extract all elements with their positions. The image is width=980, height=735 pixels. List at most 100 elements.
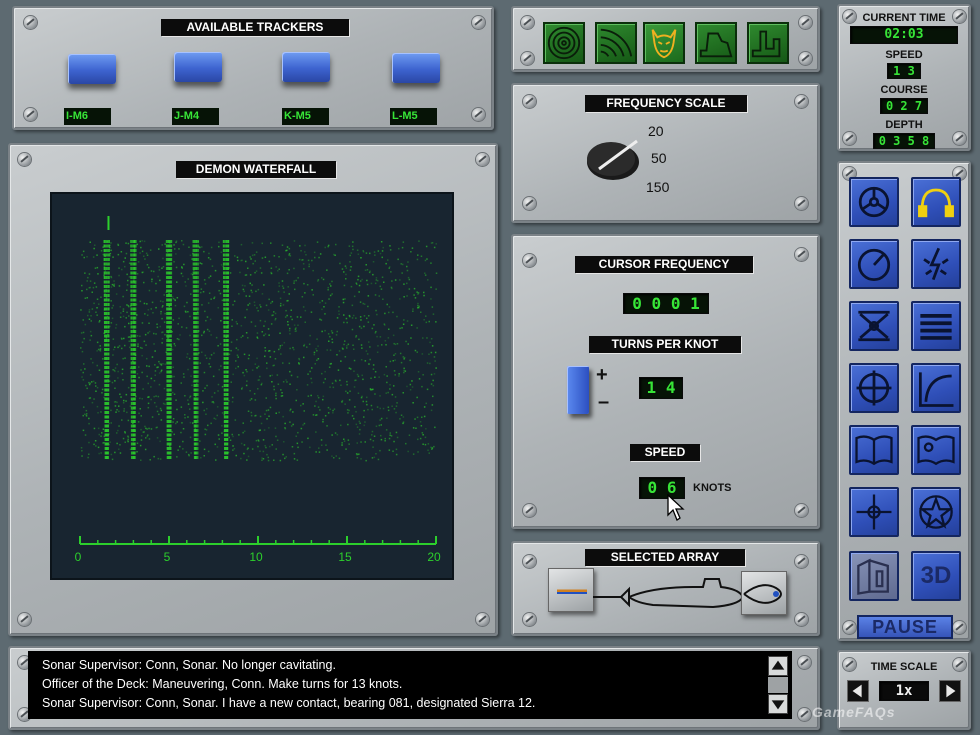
freq-option-20[interactable]: 20 [648, 123, 664, 139]
noise-speck [319, 301, 321, 304]
noise-speck [218, 245, 220, 248]
book-icon[interactable] [849, 425, 899, 475]
noise-speck [153, 455, 155, 458]
noise-speck [358, 284, 361, 287]
noise-speck [122, 310, 125, 312]
noise-speck [176, 421, 178, 423]
noise-speck [257, 288, 260, 291]
waterfall-display[interactable] [50, 192, 454, 580]
noise-speck [393, 408, 396, 410]
noise-speck [300, 250, 302, 252]
noise-speck [322, 418, 324, 421]
noise-speck [393, 440, 395, 443]
demon-mask-icon[interactable] [643, 22, 685, 64]
noise-speck [321, 300, 324, 302]
torpedo-tube-icon[interactable] [849, 301, 899, 351]
noise-speck [164, 334, 166, 336]
arrow-up-icon [771, 660, 785, 670]
noise-speck [201, 263, 203, 265]
noise-speck [90, 358, 92, 360]
noise-speck [221, 432, 223, 434]
scroll-up-button[interactable] [768, 656, 788, 676]
noise-speck [117, 370, 119, 373]
noise-speck [324, 415, 327, 417]
frequency-knob[interactable] [585, 135, 641, 181]
turns-toggle-switch[interactable] [567, 366, 589, 414]
noise-speck [329, 335, 331, 338]
noise-speck [264, 355, 266, 358]
turns-plus-button[interactable]: + [596, 364, 608, 387]
freq-option-150[interactable]: 150 [646, 179, 669, 195]
narrowband-graph-icon[interactable] [747, 22, 789, 64]
noise-speck [219, 292, 222, 295]
time-scale-decrease-button[interactable] [847, 680, 869, 702]
view-3d-button[interactable]: 3D [911, 551, 961, 601]
pause-button[interactable]: PAUSE [857, 615, 953, 639]
crosshair-icon[interactable] [849, 363, 899, 413]
noise-speck [394, 396, 397, 398]
noise-speck [417, 293, 419, 295]
noise-speck [257, 310, 259, 312]
noise-speck [275, 397, 277, 400]
noise-speck [158, 372, 161, 374]
noise-speck [266, 453, 268, 456]
broadband-profile-icon[interactable] [695, 22, 737, 64]
compass-icon[interactable] [849, 487, 899, 537]
arc-sweep-icon[interactable] [595, 22, 637, 64]
list-menu-icon[interactable] [911, 301, 961, 351]
noise-speck [421, 385, 423, 388]
noise-speck [82, 414, 84, 417]
message-log[interactable]: Sonar Supervisor: Conn, Sonar. No longer… [28, 651, 792, 719]
screw [795, 248, 808, 261]
map-3d-icon[interactable] [849, 551, 899, 601]
noise-speck [164, 243, 166, 245]
time-scale-increase-button[interactable] [939, 680, 961, 702]
noise-speck [93, 398, 95, 400]
tracker-button-1[interactable] [68, 54, 116, 84]
hull-array-button[interactable] [741, 571, 787, 615]
noise-speck [233, 300, 236, 302]
noise-speck [127, 419, 130, 422]
star-badge-icon[interactable] [911, 487, 961, 537]
noise-speck [125, 242, 127, 244]
scroll-down-button[interactable] [768, 694, 788, 714]
noise-speck [273, 255, 276, 257]
noise-speck [156, 437, 159, 439]
noise-speck [315, 348, 317, 350]
noise-speck [422, 434, 424, 436]
tracker-button-2[interactable] [174, 52, 222, 82]
headphones-icon[interactable] [911, 177, 961, 227]
noise-speck [357, 453, 359, 456]
towed-array-button[interactable] [548, 568, 594, 612]
noise-speck [319, 253, 322, 255]
noise-speck [345, 267, 348, 269]
curve-plot-icon[interactable] [911, 363, 961, 413]
noise-speck [435, 367, 437, 369]
noise-speck [341, 401, 343, 403]
noise-speck [128, 262, 131, 264]
noise-speck [362, 378, 364, 381]
lightning-icon[interactable] [911, 239, 961, 289]
message-book-icon[interactable] [911, 425, 961, 475]
tracker-button-4[interactable] [392, 53, 440, 83]
noise-speck [139, 335, 141, 337]
noise-speck [279, 459, 282, 462]
noise-speck [210, 354, 213, 356]
noise-speck [110, 300, 112, 302]
screw [24, 16, 37, 29]
noise-speck [161, 244, 163, 246]
noise-speck [371, 457, 374, 459]
turns-minus-button[interactable]: – [598, 391, 609, 414]
noise-speck [347, 423, 349, 426]
sonar-rings-icon[interactable] [543, 22, 585, 64]
periscope-dial-icon[interactable] [849, 239, 899, 289]
noise-speck [257, 388, 259, 390]
freq-option-50[interactable]: 50 [651, 150, 667, 166]
helm-wheel-icon[interactable] [849, 177, 899, 227]
noise-speck [363, 315, 366, 317]
scrollbar-track[interactable] [768, 677, 788, 693]
tracker-button-3[interactable] [282, 52, 330, 82]
noise-speck [344, 340, 346, 342]
noise-speck [360, 359, 363, 361]
noise-speck [423, 294, 425, 297]
